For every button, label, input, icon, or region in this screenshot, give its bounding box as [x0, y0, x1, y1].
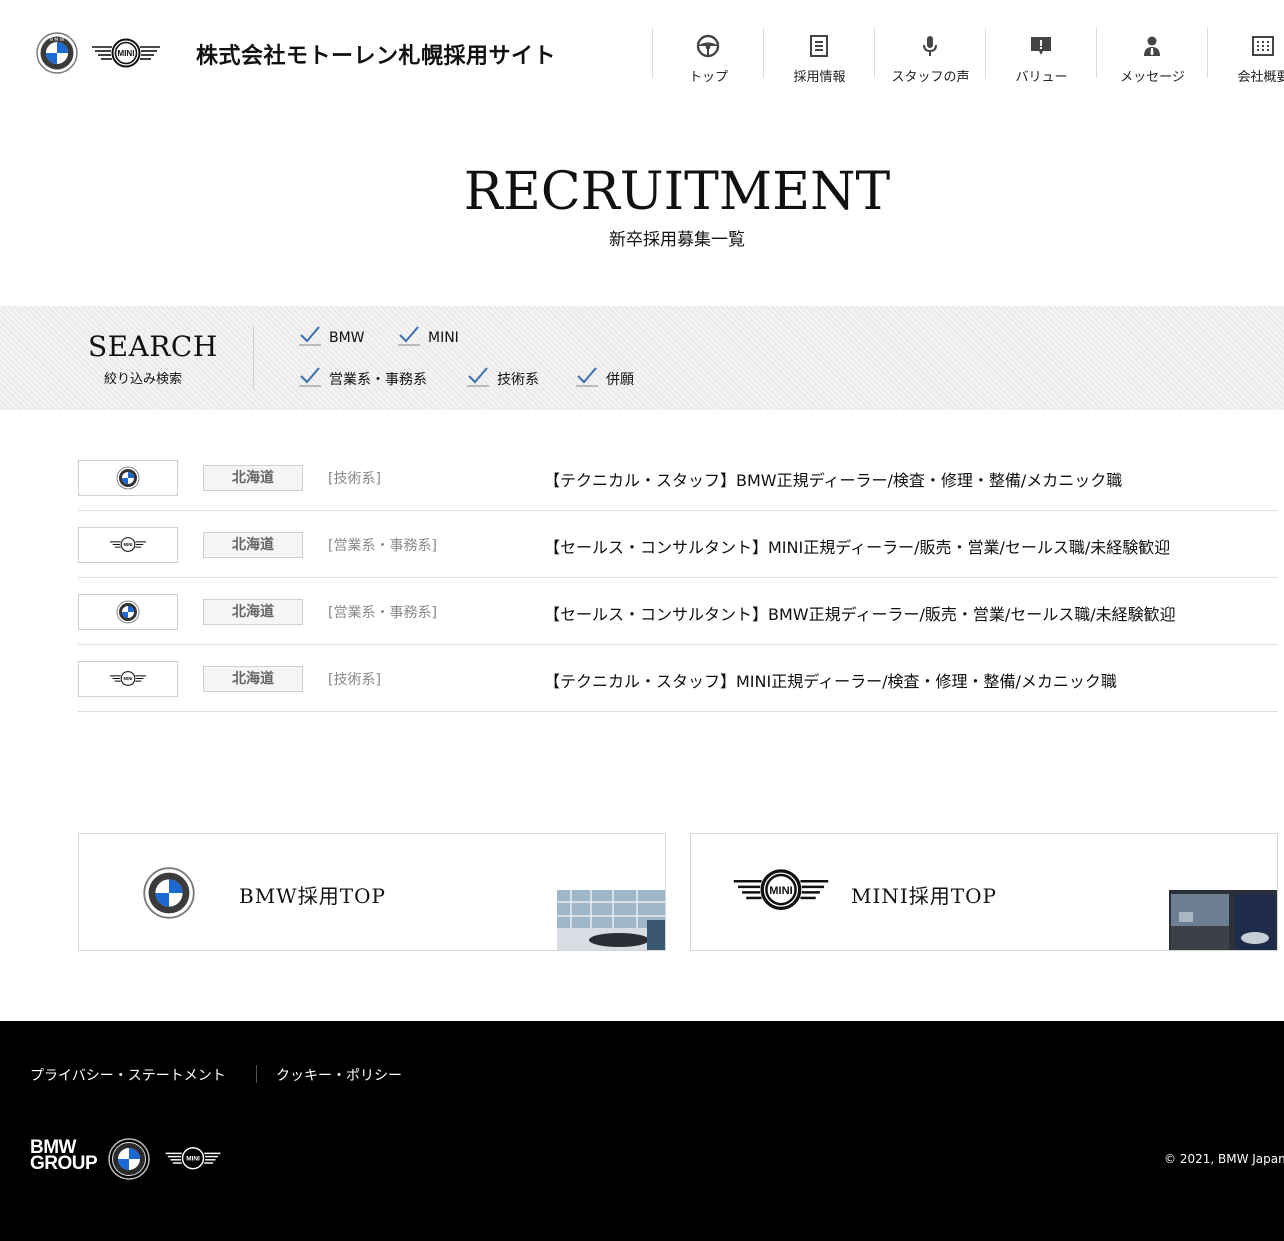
bmw-group-line2: GROUP — [30, 1153, 98, 1174]
nav-staff-voice[interactable]: スタッフの声 — [874, 28, 985, 85]
nav-company[interactable]: 会社概要 — [1207, 28, 1284, 85]
svg-text:MINI: MINI — [118, 49, 135, 58]
job-title[interactable]: 【テクニカル・スタッフ】MINI正規ディーラー/検査・修理・整備/メカニック職 — [544, 668, 1117, 692]
job-row[interactable]: MINI 北海道 [技術系] 【テクニカル・スタッフ】MINI正規ディーラー/検… — [78, 645, 1278, 712]
mini-recruit-top-link[interactable]: MINI MINI採用TOP — [690, 833, 1278, 951]
bmw-recruit-top-label: BMW採用TOP — [239, 884, 386, 908]
bmw-showroom-photo — [557, 890, 665, 950]
svg-text:B M W: B M W — [50, 37, 65, 43]
checkbox-checked-icon[interactable] — [299, 326, 321, 348]
nav-company-label: 会社概要 — [1237, 70, 1284, 85]
bmw-logo-icon — [116, 600, 140, 624]
bmw-logo-icon — [116, 466, 140, 490]
nav-top-label: トップ — [688, 70, 728, 85]
brand-badge: MINI — [78, 527, 178, 563]
job-row[interactable]: 北海道 [営業系・事務系] 【セールス・コンサルタント】BMW正規ディーラー/販… — [78, 578, 1278, 645]
job-row[interactable]: 北海道 [技術系] 【テクニカル・スタッフ】BMW正規ディーラー/検査・修理・整… — [78, 444, 1278, 511]
nav-message[interactable]: メッセージ — [1096, 28, 1207, 85]
svg-text:MINI: MINI — [124, 542, 133, 547]
job-row[interactable]: MINI 北海道 [営業系・事務系] 【セールス・コンサルタント】MINI正規デ… — [78, 511, 1278, 578]
nav-top[interactable]: トップ — [652, 28, 763, 85]
mini-logo-icon: MINI — [110, 537, 146, 552]
site-header: B M W MINI 株式会社モトーレン札幌採用サイト トップ 採用情報 スタッ… — [0, 0, 1284, 106]
filter-technical-label: 技術系 — [497, 372, 539, 388]
site-title[interactable]: 株式会社モトーレン札幌採用サイト — [196, 38, 556, 70]
checkbox-checked-icon[interactable] — [299, 367, 321, 389]
job-category: [営業系・事務系] — [328, 538, 437, 554]
mini-logo: MINI — [733, 869, 829, 911]
nav-recruit-info-label: 採用情報 — [793, 70, 846, 85]
brand-badge — [78, 460, 178, 496]
region-badge: 北海道 — [203, 532, 303, 558]
checkbox-checked-icon[interactable] — [398, 326, 420, 348]
page-title: RECRUITMENT — [463, 162, 891, 222]
job-category: [営業系・事務系] — [328, 605, 437, 621]
filter-combined[interactable]: 併願 — [576, 367, 634, 389]
mini-logo-footer[interactable]: MINI — [164, 1145, 222, 1173]
privacy-link[interactable]: プライバシー・ステートメント — [30, 1065, 226, 1085]
job-title[interactable]: 【セールス・コンサルタント】BMW正規ディーラー/販売・営業/セールス職/未経験… — [544, 601, 1176, 625]
nav-value[interactable]: バリュー — [985, 28, 1096, 85]
job-category: [技術系] — [328, 672, 381, 688]
steering-wheel-icon — [696, 34, 720, 58]
region-badge: 北海道 — [203, 666, 303, 692]
filter-bmw-label: BMW — [329, 330, 365, 346]
building-icon — [1252, 36, 1274, 56]
person-icon — [1144, 36, 1160, 56]
job-title[interactable]: 【テクニカル・スタッフ】BMW正規ディーラー/検査・修理・整備/メカニック職 — [544, 467, 1122, 491]
search-heading: SEARCH — [88, 330, 218, 363]
mini-recruit-top-label: MINI採用TOP — [851, 884, 997, 908]
mini-logo-icon: MINI — [110, 671, 146, 686]
footer-separator — [256, 1065, 257, 1083]
nav-staff-voice-label: スタッフの声 — [891, 70, 970, 85]
filter-mini[interactable]: MINI — [398, 326, 459, 348]
filter-technical[interactable]: 技術系 — [467, 367, 539, 389]
mini-logo[interactable]: MINI — [90, 38, 162, 70]
nav-recruit-info[interactable]: 採用情報 — [763, 28, 874, 85]
job-category: [技術系] — [328, 471, 381, 487]
filter-sales-label: 営業系・事務系 — [329, 372, 427, 388]
checkbox-checked-icon[interactable] — [576, 367, 598, 389]
filter-bmw[interactable]: BMW — [299, 326, 365, 348]
bmw-recruit-top-link[interactable]: BMW採用TOP — [78, 833, 666, 951]
exclamation-bubble-icon — [1031, 37, 1051, 55]
main-nav: トップ 採用情報 スタッフの声 バリュー メッセージ 会社概要 — [652, 28, 1284, 85]
mini-showroom-photo — [1169, 890, 1277, 950]
bmw-group-logo[interactable]: BMW GROUP — [30, 1138, 98, 1174]
copyright: © 2021, BMW Japan — [1164, 1152, 1284, 1166]
microphone-icon — [923, 36, 937, 56]
filter-sales[interactable]: 営業系・事務系 — [299, 367, 427, 389]
cookie-policy-link[interactable]: クッキー・ポリシー — [276, 1065, 402, 1085]
job-list: 北海道 [技術系] 【テクニカル・スタッフ】BMW正規ディーラー/検査・修理・整… — [78, 444, 1278, 712]
job-title[interactable]: 【セールス・コンサルタント】MINI正規ディーラー/販売・営業/セールス職/未経… — [544, 534, 1170, 558]
checkbox-checked-icon[interactable] — [467, 367, 489, 389]
document-icon — [810, 35, 828, 57]
svg-text:MINI: MINI — [769, 885, 792, 897]
region-badge: 北海道 — [203, 599, 303, 625]
page-subtitle: 新卒採用募集一覧 — [609, 230, 745, 250]
filter-mini-label: MINI — [428, 330, 459, 346]
svg-text:MINI: MINI — [186, 1156, 200, 1163]
bmw-logo-footer[interactable] — [108, 1138, 150, 1180]
search-divider — [253, 326, 254, 390]
brand-badge: MINI — [78, 661, 178, 697]
site-footer: プライバシー・ステートメント クッキー・ポリシー BMW GROUP MINI … — [0, 1021, 1284, 1241]
bmw-logo — [143, 867, 195, 919]
filter-combined-label: 併願 — [606, 372, 634, 388]
region-badge: 北海道 — [203, 465, 303, 491]
bmw-logo[interactable]: B M W — [36, 32, 78, 74]
svg-text:MINI: MINI — [124, 676, 133, 681]
search-subheading: 絞り込み検索 — [104, 372, 183, 387]
nav-value-label: バリュー — [1015, 70, 1068, 85]
nav-message-label: メッセージ — [1120, 70, 1185, 85]
brand-badge — [78, 594, 178, 630]
